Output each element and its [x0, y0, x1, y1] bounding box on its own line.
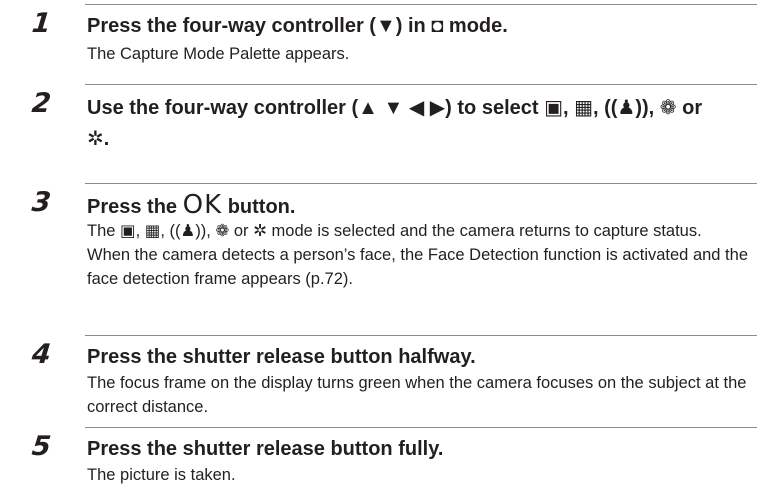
step-divider [85, 84, 757, 85]
step-number: 1 [30, 8, 53, 39]
step-description: The picture is taken. [87, 463, 749, 487]
step-number: 2 [30, 88, 53, 119]
step-description-text: The Capture Mode Palette appears. [87, 45, 350, 63]
step-title-prefix: Press the [87, 196, 178, 218]
step-title: Press the OK button. [87, 192, 747, 221]
step-title-suffix: button. [227, 196, 296, 218]
step-description-text: The ▣, ▦, ((♟)), ❁ or ✲ mode is selected… [87, 222, 702, 240]
step-title: Press the four-way controller (▼) in ◘ m… [87, 15, 508, 37]
step-divider [85, 335, 757, 336]
ok-button-glyph: OK [182, 190, 223, 220]
step-description: The focus frame on the display turns gre… [87, 371, 749, 419]
step-divider [85, 183, 757, 184]
step-number: 5 [30, 431, 53, 462]
step-number: 3 [30, 187, 53, 218]
step-3: 3 Press the OK button. The ▣, ▦, ((♟)), … [0, 183, 757, 328]
step-title: Use the four-way controller (▲ ▼ ◀ ▶) to… [87, 97, 703, 150]
step-description-text: The focus frame on the display turns gre… [87, 374, 747, 416]
step-description-text: The picture is taken. [87, 466, 236, 484]
step-number: 4 [30, 339, 53, 370]
step-divider [85, 4, 757, 5]
step-2: 2 Use the four-way controller (▲ ▼ ◀ ▶) … [0, 84, 757, 174]
step-1: 1 Press the four-way controller (▼) in ◘… [0, 4, 757, 74]
step-5: 5 Press the shutter release button fully… [0, 427, 757, 499]
step-divider [85, 427, 757, 428]
step-4: 4 Press the shutter release button halfw… [0, 335, 757, 416]
step-description: The ▣, ▦, ((♟)), ❁ or ✲ mode is selected… [87, 219, 749, 291]
step-description: The Capture Mode Palette appears. [87, 42, 749, 66]
step-title: Press the shutter release button fully. [87, 438, 444, 460]
step-description-text: When the camera detects a person’s face,… [87, 246, 748, 288]
step-title: Press the shutter release button halfway… [87, 346, 476, 368]
